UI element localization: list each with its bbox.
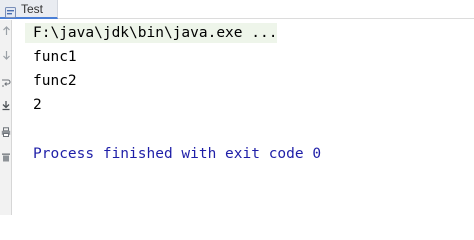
run-config-icon (5, 3, 16, 18)
run-tab-bar: Test (0, 0, 474, 19)
tab-label: Test (21, 1, 44, 16)
run-tool-window: Test F:\java\jdk\bin\java.exe ... func1 … (0, 0, 474, 215)
console-toolbar (0, 20, 12, 215)
command-line: F:\java\jdk\bin\java.exe ... (25, 23, 277, 43)
clear-all-icon[interactable] (0, 150, 12, 164)
scroll-to-end-icon[interactable] (0, 98, 12, 112)
arrow-up-icon[interactable] (0, 24, 12, 38)
output-line: func2 (33, 73, 77, 89)
soft-wrap-icon[interactable] (0, 76, 12, 90)
exit-message: Process finished with exit code 0 (33, 146, 322, 162)
console-output: F:\java\jdk\bin\java.exe ... func1 func2… (25, 20, 474, 215)
output-line: 2 (33, 97, 42, 113)
output-line: func1 (33, 49, 77, 65)
arrow-down-icon[interactable] (0, 48, 12, 62)
print-icon[interactable] (0, 125, 12, 139)
run-tab-test[interactable]: Test (0, 0, 58, 19)
